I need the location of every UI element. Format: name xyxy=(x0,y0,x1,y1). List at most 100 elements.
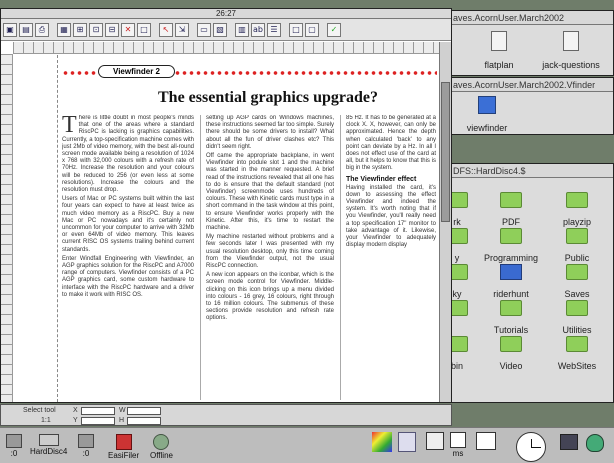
table-icon[interactable]: ▥ xyxy=(235,22,249,37)
check-icon[interactable]: ✓ xyxy=(327,22,341,37)
iconbar-drive[interactable]: :0 xyxy=(6,434,22,458)
document-page[interactable]: Viewfinder 2 The essential graphics upgr… xyxy=(57,55,437,402)
vertical-ruler xyxy=(1,54,13,402)
document-icon xyxy=(563,31,579,51)
monitor-icon xyxy=(560,434,578,450)
app-icon xyxy=(500,264,522,280)
filer-title[interactable]: DFS::HardDisc4.$ xyxy=(449,164,613,178)
file-jack-questions[interactable]: jack-questions xyxy=(533,31,609,72)
align-icon[interactable]: ⇲ xyxy=(175,22,189,37)
window-title[interactable]: 26:27 xyxy=(1,9,451,19)
drive-icon xyxy=(78,434,94,448)
info-panel: Select tool 1:1 X W Y H xyxy=(0,404,452,426)
spell-icon[interactable]: ab xyxy=(251,22,265,37)
folder-utilities[interactable]: Utilities xyxy=(539,300,613,337)
toolbar: ▣ ▤ ⎙ ▦ ⊞ ⊡ ⊟ ✕ □ ↖ ⇲ ▭ ▧ ▥ ab ☰ □ ▢ ✓ xyxy=(1,19,451,41)
article-headline: The essential graphics upgrade? xyxy=(158,89,379,106)
frame-add-icon[interactable]: ⊡ xyxy=(89,22,103,37)
folder-icon xyxy=(566,192,588,208)
folder-icon xyxy=(500,336,522,352)
filer-window-vfinder[interactable]: aves.AcornUser.March2002.Vfinder viewfin… xyxy=(448,77,614,135)
iconbar-printer[interactable] xyxy=(426,432,444,451)
scrollbar-thumb[interactable] xyxy=(441,82,450,222)
folder-pdf[interactable]: PDF xyxy=(473,192,549,229)
frame-icon[interactable]: ⊞ xyxy=(73,22,87,37)
iconbar-draw[interactable] xyxy=(398,432,416,453)
print-icon[interactable]: ⎙ xyxy=(35,22,49,37)
text-column-3[interactable]: 85 Hz. It has to be generated at a clock… xyxy=(346,115,436,400)
h-field[interactable] xyxy=(127,417,161,425)
iconbar-ovation[interactable]: ms xyxy=(450,432,466,458)
iconbar-paint[interactable] xyxy=(372,432,392,453)
iconbar-offline[interactable]: Offline xyxy=(150,434,173,460)
filer-window-harddisc4[interactable]: DFS::HardDisc4.$ rk PDF playzip y Progra… xyxy=(448,163,614,403)
folder-programming[interactable]: Programming xyxy=(473,228,549,265)
text-column-1[interactable]: T here is little doubt in most people's … xyxy=(62,115,194,400)
section-tag: Viewfinder 2 xyxy=(98,65,175,78)
display-icon xyxy=(476,432,496,450)
acorn-icon xyxy=(586,434,604,452)
folder-icon xyxy=(500,228,522,244)
paragraph: Off came the appropriate backplane, in w… xyxy=(206,153,334,232)
folder-video[interactable]: Video xyxy=(473,336,549,373)
dropcap: T xyxy=(62,115,77,138)
horizontal-ruler xyxy=(13,42,439,54)
file-flatplan[interactable]: flatplan xyxy=(461,31,537,72)
x-field[interactable] xyxy=(81,407,115,415)
filer-title[interactable]: aves.AcornUser.March2002 xyxy=(449,11,613,25)
iconbar-easifiler[interactable]: EasiFiler xyxy=(108,434,139,460)
column-rule xyxy=(340,115,341,400)
folder-icon xyxy=(500,192,522,208)
picture-frame-icon[interactable]: ▧ xyxy=(213,22,227,37)
iconbar-drive[interactable]: :0 xyxy=(78,434,94,458)
printer-icon xyxy=(426,432,444,450)
paragraph: 85 Hz. It has to be generated at a clock… xyxy=(346,115,436,172)
move-icon[interactable]: ↖ xyxy=(159,22,173,37)
iconbar-harddisc4[interactable]: HardDisc4 xyxy=(30,434,67,456)
save-all-icon[interactable]: ▤ xyxy=(19,22,33,37)
filer-title[interactable]: aves.AcornUser.March2002.Vfinder xyxy=(449,78,613,92)
text-frame-icon[interactable]: ▭ xyxy=(197,22,211,37)
w-field[interactable] xyxy=(127,407,161,415)
paragraph: A new icon appears on the iconbar, which… xyxy=(206,272,334,322)
h-label: H xyxy=(119,417,125,424)
delete-icon[interactable]: ✕ xyxy=(121,22,135,37)
harddisc-icon xyxy=(38,434,59,446)
preview-icon[interactable]: ▢ xyxy=(305,22,319,37)
folder-websites[interactable]: WebSites xyxy=(539,336,613,373)
offline-icon xyxy=(153,434,170,450)
folder-public[interactable]: Public xyxy=(539,228,613,265)
vertical-scrollbar[interactable] xyxy=(439,42,451,402)
paragraph: Having installed the card, it's down to … xyxy=(346,184,436,249)
subheading: The Viewfinder effect xyxy=(346,175,417,183)
editor-window[interactable]: 26:27 ▣ ▤ ⎙ ▦ ⊞ ⊡ ⊟ ✕ □ ↖ ⇲ ▭ ▧ ▥ ab ☰ □… xyxy=(0,8,452,403)
clock-icon[interactable] xyxy=(516,432,546,462)
paragraph: My machine restarted without problems an… xyxy=(206,234,334,270)
frame-link-icon[interactable]: ⊟ xyxy=(105,22,119,37)
y-label: Y xyxy=(73,417,78,424)
paragraph: setting up AGP cards on Windows machines… xyxy=(206,115,334,150)
easifiler-icon xyxy=(115,434,132,450)
style-icon[interactable]: ☰ xyxy=(267,22,281,37)
drive-icon xyxy=(6,434,22,448)
folder-saves[interactable]: Saves xyxy=(539,264,613,301)
folder-icon xyxy=(566,300,588,316)
y-field[interactable] xyxy=(81,417,115,425)
iconbar-display[interactable] xyxy=(476,432,496,451)
square-icon[interactable]: □ xyxy=(137,22,151,37)
paragraph: Enter Windfall Engineering with Viewfind… xyxy=(62,255,194,298)
filer-window-march2002[interactable]: aves.AcornUser.March2002 flatplan jack-q… xyxy=(448,10,614,76)
view-icon[interactable]: □ xyxy=(289,22,303,37)
grid-icon[interactable]: ▦ xyxy=(57,22,71,37)
folder-playzip[interactable]: playzip xyxy=(539,192,613,229)
iconbar-acorn[interactable] xyxy=(586,434,604,453)
app-riderhunt[interactable]: riderhunt xyxy=(473,264,549,301)
iconbar-monitor[interactable] xyxy=(560,434,578,451)
save-icon[interactable]: ▣ xyxy=(3,22,17,37)
folder-icon xyxy=(500,300,522,316)
text-column-2[interactable]: setting up AGP cards on Windows machines… xyxy=(206,115,334,400)
file-viewfinder[interactable]: viewfinder xyxy=(449,96,525,134)
image-file-icon xyxy=(478,96,496,114)
paint-icon xyxy=(372,432,392,452)
folder-tutorials[interactable]: Tutorials xyxy=(473,300,549,337)
